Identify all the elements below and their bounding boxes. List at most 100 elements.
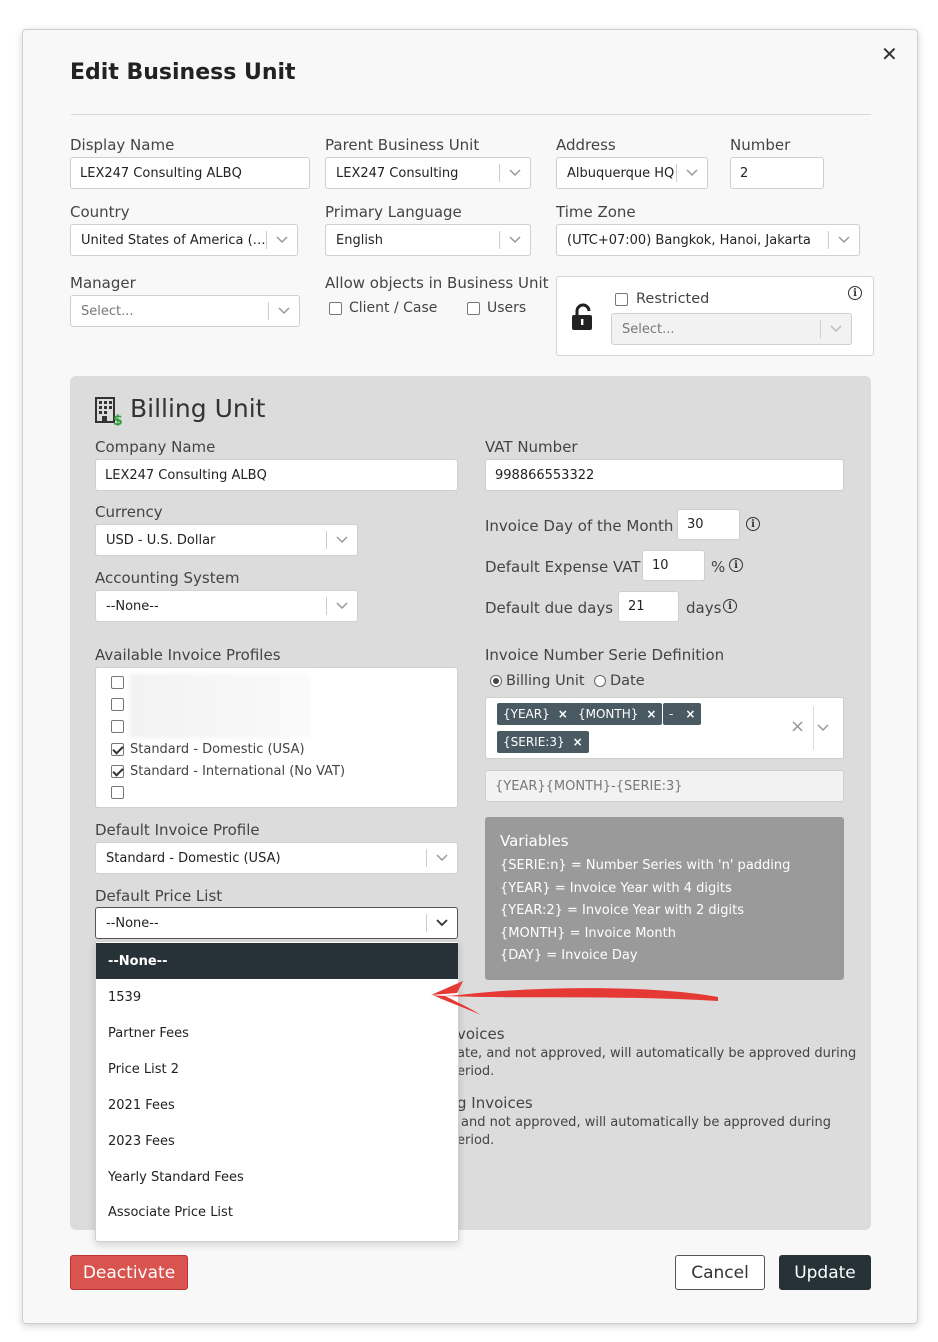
- country-select[interactable]: United States of America (U...: [70, 224, 298, 256]
- unlock-icon: [571, 303, 595, 335]
- auto-approve-heading: g Invoices: [457, 1094, 533, 1112]
- dropdown-option[interactable]: 2023 Fees: [96, 1123, 458, 1159]
- tag-label: {YEAR}: [503, 707, 550, 721]
- invoice-profiles-list: Standard - Domestic (USA) Standard - Int…: [95, 667, 458, 808]
- allow-users-checkbox[interactable]: Users: [467, 300, 526, 316]
- invoice-profile-item[interactable]: [111, 786, 130, 799]
- accounting-system-value: --None--: [106, 598, 159, 614]
- chevron-down-icon[interactable]: [500, 169, 530, 177]
- time-zone-select[interactable]: (UTC+07:00) Bangkok, Hanoi, Jakarta: [556, 224, 860, 256]
- radio-billing-unit[interactable]: Billing Unit: [490, 673, 585, 689]
- default-price-list-select[interactable]: --None--: [95, 907, 458, 939]
- manager-select[interactable]: Select...: [70, 295, 300, 327]
- update-button[interactable]: Update: [779, 1255, 871, 1290]
- chevron-down-icon[interactable]: [427, 854, 457, 862]
- close-icon[interactable]: ✕: [881, 44, 898, 64]
- radio-date[interactable]: Date: [594, 673, 645, 689]
- tag-remove-icon[interactable]: ×: [646, 707, 656, 721]
- cancel-button[interactable]: Cancel: [675, 1255, 765, 1290]
- company-name-input[interactable]: LEX247 Consulting ALBQ: [95, 459, 458, 491]
- chevron-down-icon[interactable]: [267, 236, 297, 244]
- restricted-checkbox[interactable]: Restricted: [615, 291, 709, 307]
- radio-dot[interactable]: [594, 675, 606, 687]
- tag-label: {SERIE:3}: [503, 735, 565, 749]
- accounting-system-select[interactable]: --None--: [95, 590, 358, 622]
- expense-vat-input[interactable]: 10: [642, 550, 705, 581]
- currency-select[interactable]: USD - U.S. Dollar: [95, 524, 358, 556]
- checkbox-box[interactable]: [111, 676, 124, 689]
- checkbox-box[interactable]: [111, 765, 124, 778]
- serie-definition-label: Invoice Number Serie Definition: [485, 646, 725, 664]
- variable-line: {YEAR:2} = Invoice Year with 2 digits: [500, 903, 745, 918]
- building-dollar-icon: $: [95, 396, 123, 430]
- info-icon[interactable]: i: [723, 599, 737, 613]
- number-input[interactable]: 2: [730, 157, 824, 189]
- default-invoice-profile-label: Default Invoice Profile: [95, 821, 260, 839]
- due-days-input[interactable]: 21: [618, 591, 679, 622]
- info-icon[interactable]: i: [746, 517, 760, 531]
- manager-placeholder: Select...: [81, 303, 134, 319]
- address-select[interactable]: Albuquerque HQ: [556, 157, 708, 189]
- display-name-label: Display Name: [70, 136, 175, 154]
- chevron-down-icon[interactable]: [269, 307, 299, 315]
- default-invoice-profile-select[interactable]: Standard - Domestic (USA): [95, 842, 458, 874]
- radio-dot[interactable]: [490, 675, 502, 687]
- serie-tags-input[interactable]: {YEAR} × {MONTH} × - × {SERIE:3} × ×: [485, 697, 844, 759]
- dropdown-option[interactable]: 1539: [96, 979, 458, 1015]
- number-label: Number: [730, 136, 791, 154]
- checkbox-box[interactable]: [329, 301, 342, 315]
- svg-text:$: $: [113, 413, 123, 426]
- invoice-profiles-label: Available Invoice Profiles: [95, 646, 281, 664]
- chevron-down-icon[interactable]: [427, 919, 457, 927]
- select-separator: [813, 706, 814, 750]
- chevron-down-icon[interactable]: [821, 325, 851, 333]
- chevron-down-icon[interactable]: [829, 236, 859, 244]
- chevron-down-icon[interactable]: [817, 724, 841, 734]
- checkbox-box[interactable]: [111, 720, 124, 733]
- allow-client-case-checkbox[interactable]: Client / Case: [329, 300, 437, 316]
- chevron-down-icon[interactable]: [500, 236, 530, 244]
- invoice-profile-item[interactable]: [111, 676, 130, 689]
- variable-line: {SERIE:n} = Number Series with 'n' paddi…: [500, 858, 791, 873]
- tag-dash: - ×: [663, 703, 702, 725]
- client-case-label: Client / Case: [349, 300, 438, 316]
- invoice-day-input[interactable]: 30: [677, 509, 740, 540]
- dropdown-option[interactable]: 2021 Fees: [96, 1087, 458, 1123]
- serie-preview: {YEAR}{MONTH}-{SERIE:3}: [485, 770, 844, 802]
- tag-remove-icon[interactable]: ×: [573, 735, 583, 749]
- clear-icon[interactable]: ×: [790, 716, 805, 737]
- chevron-down-icon[interactable]: [327, 602, 357, 610]
- invoice-day-label: Invoice Day of the Month :: [485, 517, 684, 535]
- expense-vat-label: Default Expense VAT :: [485, 558, 651, 576]
- deactivate-button[interactable]: Deactivate: [70, 1255, 188, 1290]
- info-icon[interactable]: i: [729, 558, 743, 572]
- vat-number-input[interactable]: 998866553322: [485, 459, 844, 491]
- edit-business-unit-dialog: Edit Business Unit ✕ Display Name LEX247…: [22, 29, 918, 1324]
- invoice-profile-item[interactable]: Standard - International (No VAT): [111, 764, 345, 779]
- checkbox-box[interactable]: [615, 292, 628, 306]
- checkbox-box[interactable]: [111, 786, 124, 799]
- checkbox-box[interactable]: [467, 301, 480, 315]
- parent-business-unit-select[interactable]: LEX247 Consulting: [325, 157, 531, 189]
- invoice-profile-item[interactable]: [111, 720, 130, 733]
- chevron-down-icon[interactable]: [677, 169, 707, 177]
- checkbox-box[interactable]: [111, 698, 124, 711]
- invoice-profile-item[interactable]: [111, 698, 130, 711]
- primary-language-select[interactable]: English: [325, 224, 531, 256]
- checkbox-box[interactable]: [111, 743, 124, 756]
- restricted-select[interactable]: Select...: [611, 313, 852, 345]
- tag-remove-icon[interactable]: ×: [685, 707, 695, 721]
- dropdown-option[interactable]: Partner Fees: [96, 1015, 458, 1051]
- dropdown-option[interactable]: Yearly Standard Fees: [96, 1159, 458, 1195]
- default-price-list-label: Default Price List: [95, 887, 223, 905]
- tag-remove-icon[interactable]: ×: [558, 707, 568, 721]
- auto-approve-text: eriod.: [457, 1133, 495, 1148]
- display-name-input[interactable]: LEX247 Consulting ALBQ: [70, 157, 310, 189]
- restricted-panel: Restricted i Select...: [556, 276, 874, 356]
- chevron-down-icon[interactable]: [327, 536, 357, 544]
- info-icon[interactable]: i: [848, 286, 862, 300]
- dropdown-option[interactable]: Price List 2: [96, 1051, 458, 1087]
- dropdown-option[interactable]: Associate Price List: [96, 1194, 458, 1230]
- dropdown-option[interactable]: --None--: [96, 943, 458, 979]
- invoice-profile-item[interactable]: Standard - Domestic (USA): [111, 742, 305, 757]
